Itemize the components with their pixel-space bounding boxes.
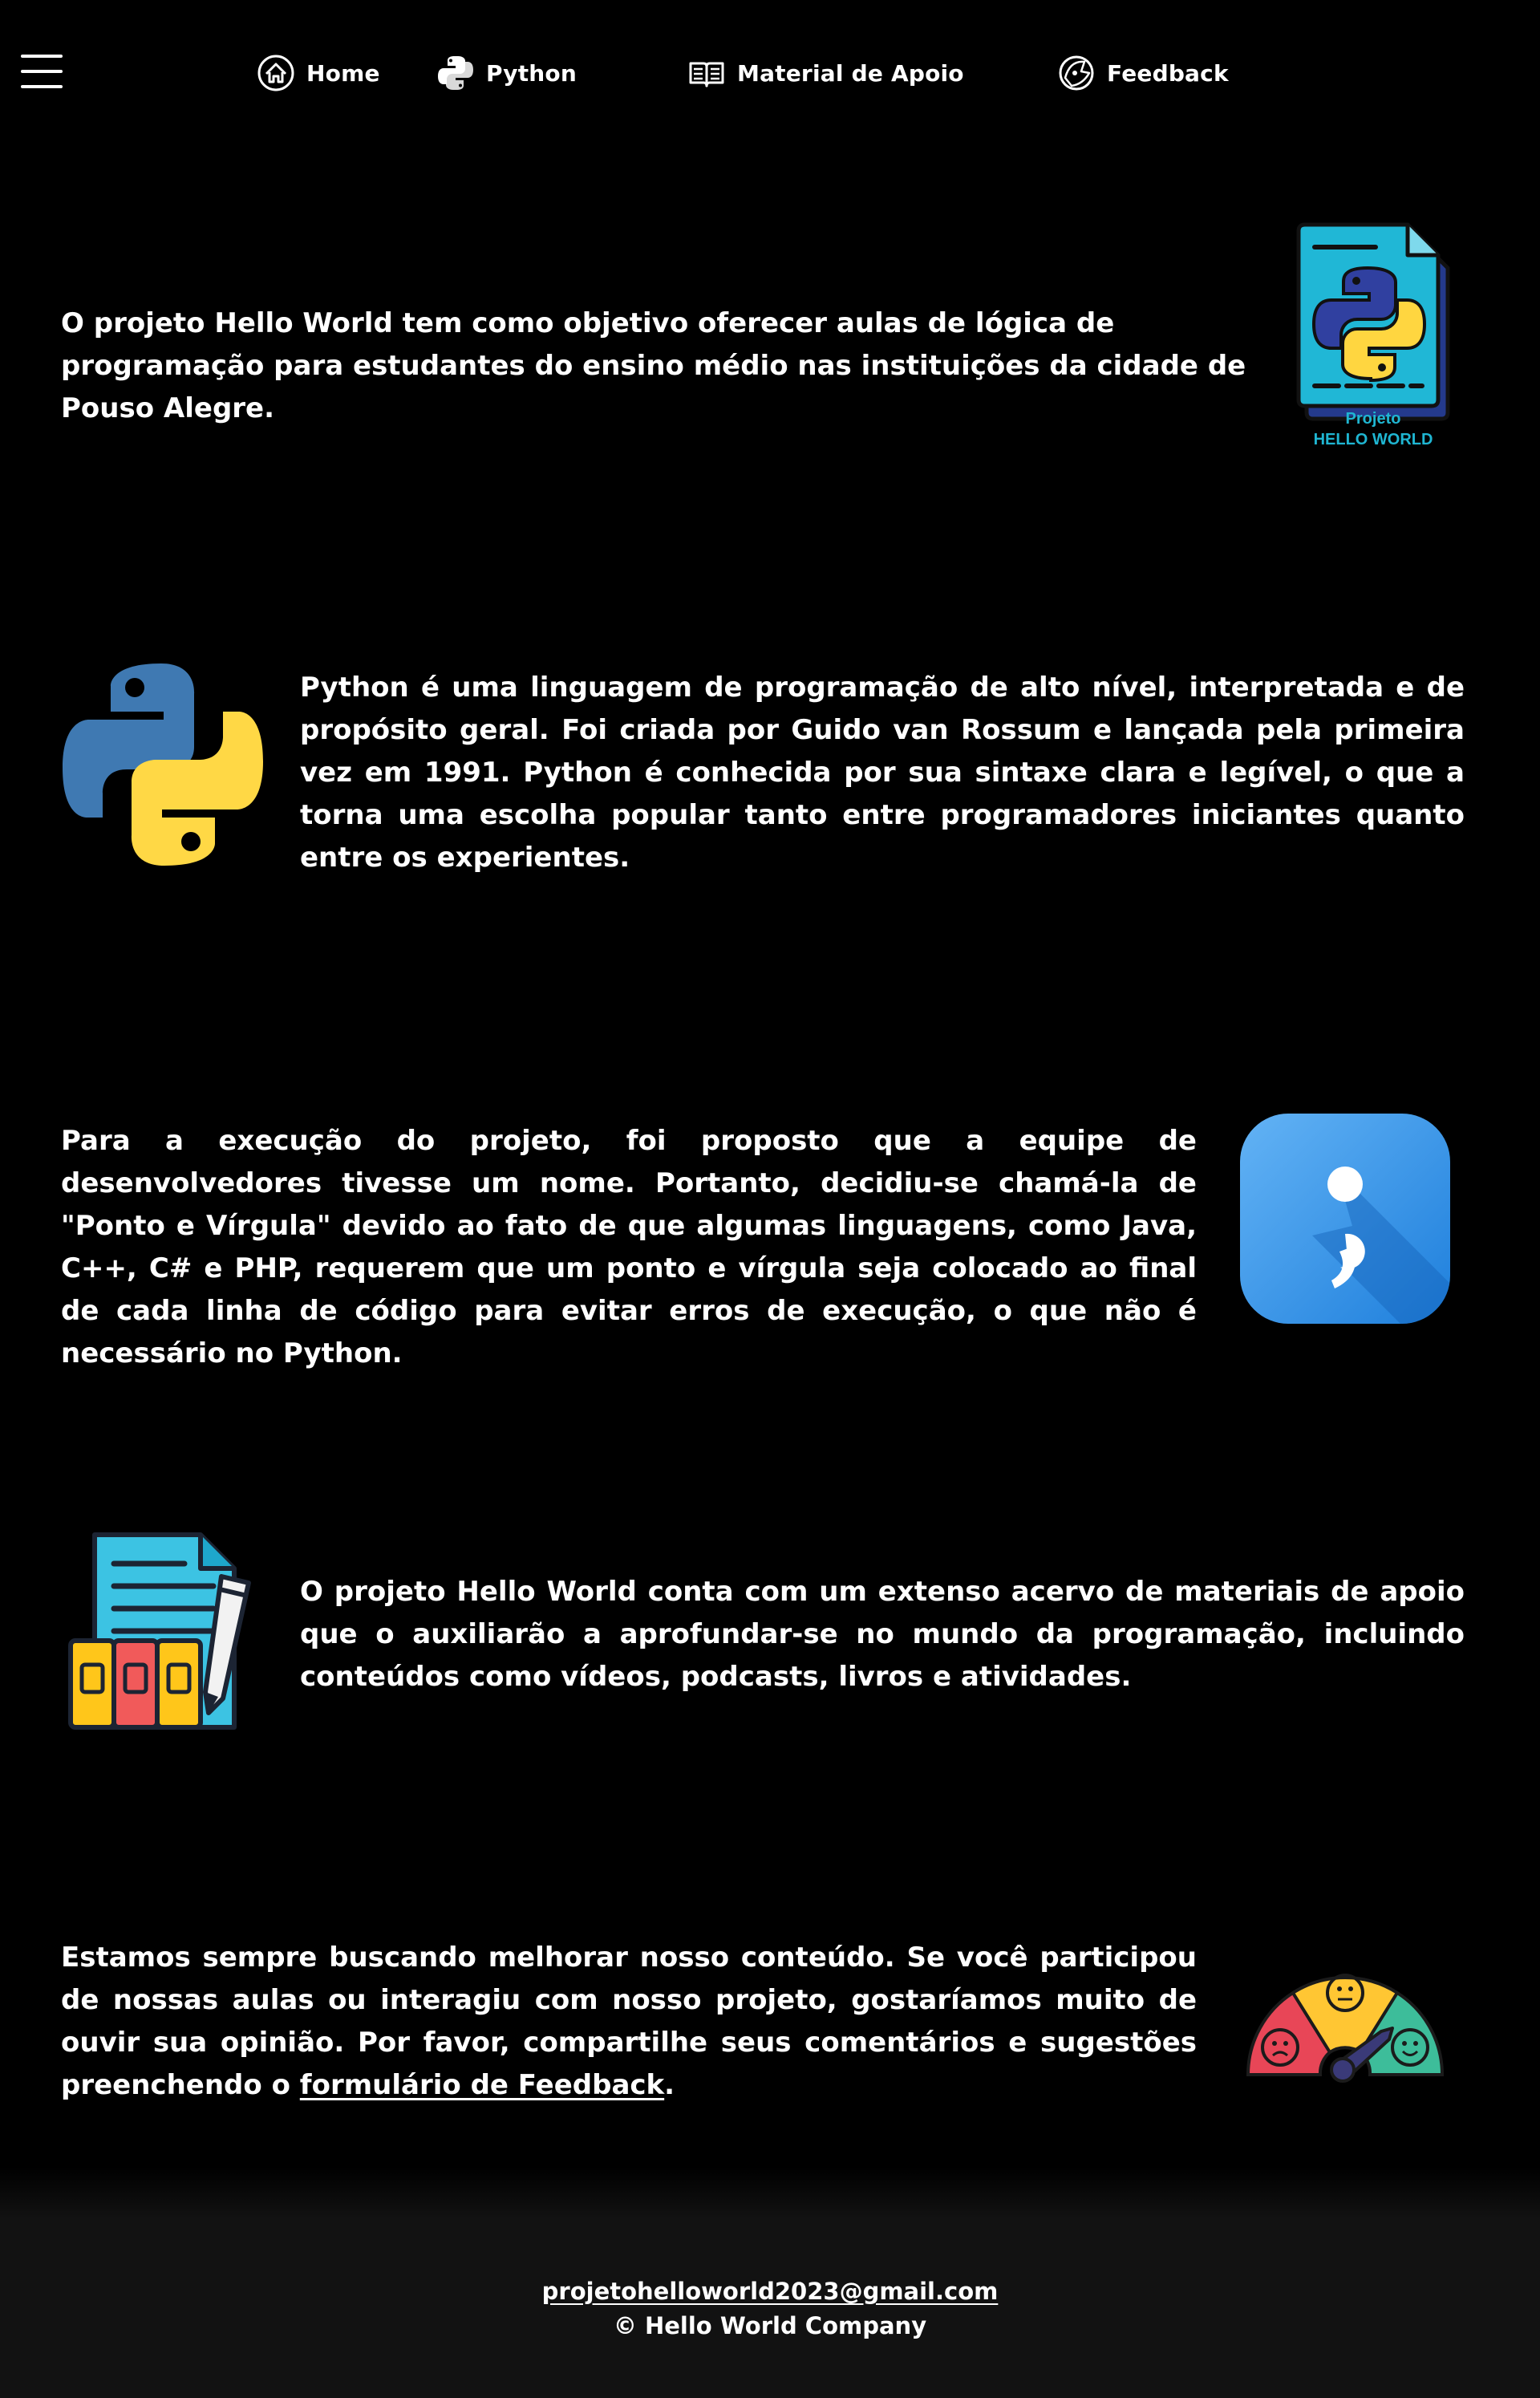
footer-email-link[interactable]: projetohelloworld2023@gmail.com bbox=[542, 2278, 999, 2305]
nav-item-feedback[interactable]: Feedback bbox=[1057, 53, 1229, 93]
footer-fade bbox=[0, 2166, 1540, 2219]
footer-email: projetohelloworld2023@gmail.com bbox=[0, 2275, 1540, 2307]
logo-line-2: HELLO WORLD bbox=[1314, 431, 1433, 446]
team-section: Para a execução do projeto, foi proposto… bbox=[0, 1099, 1540, 1420]
nav-item-home[interactable]: Home bbox=[257, 53, 380, 93]
feedback-section: Estamos sempre buscando melhorar nosso c… bbox=[0, 1917, 1540, 2158]
python-section: Python é uma linguagem de programação de… bbox=[0, 642, 1540, 947]
team-text: Para a execução do projeto, foi proposto… bbox=[61, 1125, 1197, 1369]
home-icon bbox=[257, 55, 294, 91]
hello-world-project-logo: Projeto HELLO WORLD bbox=[1296, 222, 1450, 446]
book-icon bbox=[689, 62, 724, 87]
feedback-form-link[interactable]: formulário de Feedback bbox=[300, 2069, 664, 2101]
footer: projetohelloworld2023@gmail.com © Hello … bbox=[0, 2219, 1540, 2398]
intro-section: O projeto Hello World tem como objetivo … bbox=[0, 177, 1540, 513]
python-logo-icon bbox=[438, 56, 473, 90]
logo-line-1: Projeto bbox=[1346, 410, 1401, 428]
feedback-text-end: . bbox=[664, 2069, 675, 2101]
nav-item-material-de-apoio[interactable]: Material de Apoio bbox=[687, 53, 964, 93]
footer-copyright: © Hello World Company bbox=[613, 2312, 927, 2339]
python-text: Python é uma linguagem de programação de… bbox=[300, 672, 1465, 874]
intro-text: O projeto Hello World tem como objetivo … bbox=[61, 307, 1246, 424]
top-navbar: Home Python Material de Apoio Feedback bbox=[0, 0, 1540, 144]
nav-label-home: Home bbox=[306, 59, 380, 87]
feedback-icon bbox=[1059, 55, 1094, 91]
nav-label-feedback: Feedback bbox=[1107, 59, 1229, 87]
nav-item-python[interactable]: Python bbox=[436, 53, 577, 93]
materials-illustration bbox=[68, 1532, 251, 1730]
feedback-text: Estamos sempre buscando melhorar nosso c… bbox=[61, 1937, 1197, 2107]
nav-label-python: Python bbox=[486, 59, 577, 87]
semicolon-logo-image bbox=[1240, 1114, 1450, 1324]
python-logo-image bbox=[63, 663, 263, 866]
feedback-gauge-illustration bbox=[1246, 1974, 1445, 2083]
materials-text: O projeto Hello World conta com um exten… bbox=[300, 1576, 1465, 1693]
hamburger-menu-icon[interactable] bbox=[21, 55, 63, 90]
materials-section: O projeto Hello World conta com um exten… bbox=[0, 1508, 1540, 1805]
nav-label-material-de-apoio: Material de Apoio bbox=[737, 59, 964, 87]
